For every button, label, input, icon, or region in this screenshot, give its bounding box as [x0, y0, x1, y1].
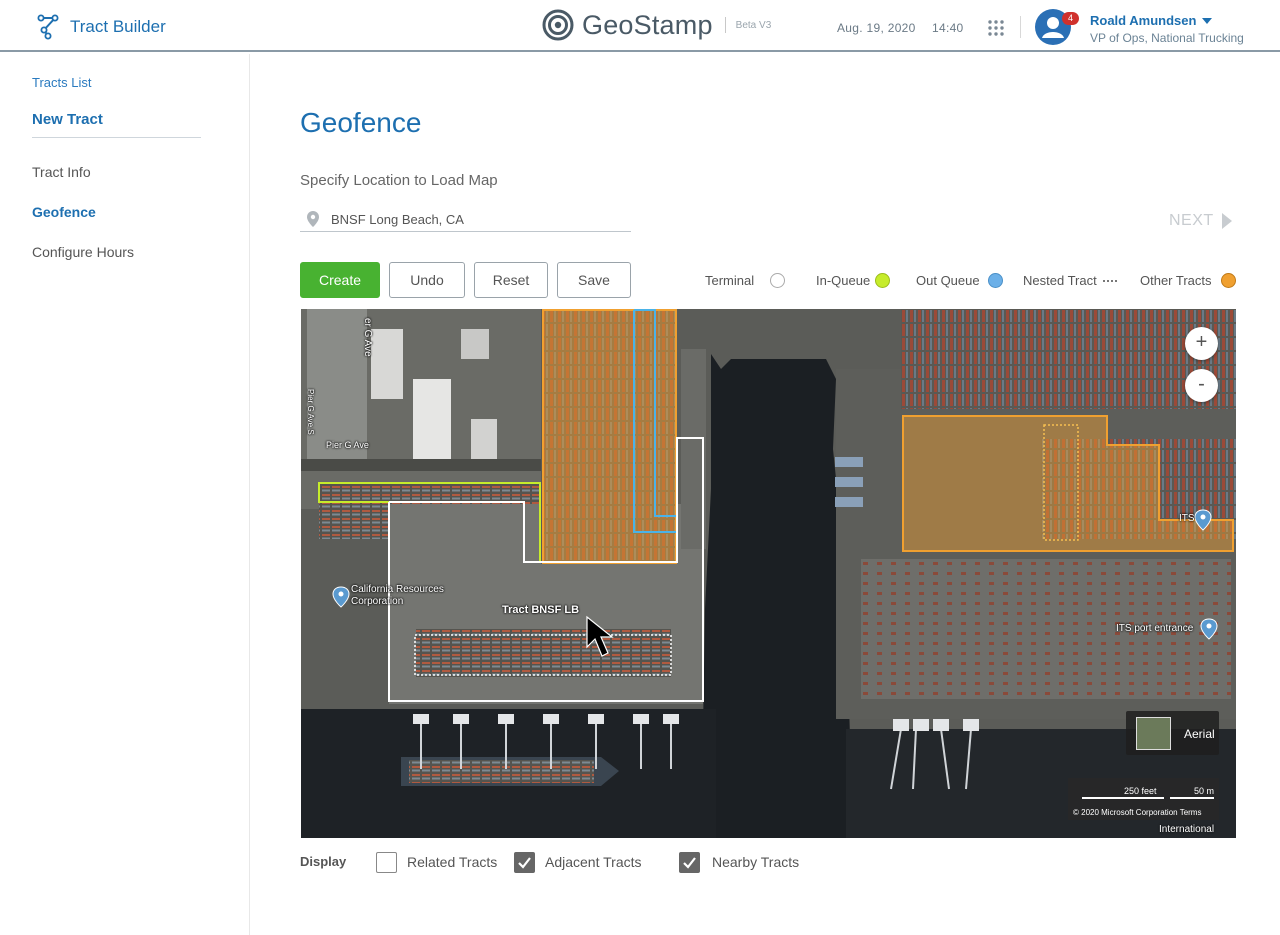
next-button[interactable]: NEXT — [1169, 212, 1232, 230]
app-brand[interactable]: Tract Builder — [36, 14, 166, 40]
undo-button[interactable]: Undo — [389, 262, 465, 298]
sidebar-divider — [32, 137, 201, 138]
user-role: VP of Ops, National Trucking — [1090, 31, 1244, 45]
logo-text: GeoStamp — [582, 9, 713, 40]
map-label-tract: Tract BNSF LB — [502, 604, 580, 616]
page-title: Geofence — [300, 107, 422, 138]
sidebar-title: New Tract — [32, 111, 103, 128]
user-name[interactable]: Roald Amundsen — [1090, 13, 1196, 28]
aerial-thumbnail — [1136, 717, 1171, 750]
map-label-corporation: Corporation — [351, 596, 404, 607]
apps-grid-icon[interactable] — [988, 20, 1004, 36]
location-field[interactable] — [300, 206, 631, 232]
reset-button[interactable]: Reset — [474, 262, 548, 298]
create-button[interactable]: Create — [300, 262, 380, 298]
dashed-line-icon — [1103, 280, 1119, 282]
location-pin-icon — [307, 211, 319, 227]
related-tracts-label[interactable]: Related Tracts — [407, 854, 497, 870]
nearby-tracts-checkbox[interactable] — [679, 852, 700, 873]
sidebar-item-tract-info[interactable]: Tract Info — [32, 164, 91, 180]
adjacent-tracts-checkbox[interactable] — [514, 852, 535, 873]
header-date: Aug. 19, 2020 — [837, 21, 916, 35]
checkmark-icon — [518, 857, 531, 869]
legend-in-queue-label: In-Queue — [816, 273, 871, 288]
save-button[interactable]: Save — [557, 262, 631, 298]
scale-feet: 250 feet — [1124, 786, 1157, 796]
map-canvas[interactable]: er G Ave Pier G Ave S Pier G Ave Califor… — [301, 309, 1236, 838]
legend-terminal-dot — [770, 273, 785, 288]
legend-out-queue-dot — [988, 273, 1003, 288]
logo-divider — [724, 17, 726, 33]
legend-other-tracts-label: Other Tracts — [1140, 273, 1212, 288]
aerial-toggle[interactable]: Aerial — [1126, 711, 1219, 755]
arrow-right-icon — [1221, 213, 1232, 229]
tract-builder-icon — [37, 14, 59, 40]
adjacent-tracts-label[interactable]: Adjacent Tracts — [545, 854, 642, 870]
display-label: Display — [300, 854, 347, 869]
map-copyright: © 2020 Microsoft Corporation Terms — [1073, 808, 1202, 817]
zoom-out-button[interactable]: - — [1185, 369, 1218, 402]
scale-meters: 50 m — [1194, 786, 1215, 796]
nearby-tracts-label[interactable]: Nearby Tracts — [712, 854, 799, 870]
sidebar-item-configure-hours[interactable]: Configure Hours — [32, 244, 134, 260]
map-label-pier-g-ave-s: Pier G Ave S — [306, 389, 315, 435]
app-header: Tract Builder GeoStamp Beta V3 Aug. 19, … — [0, 0, 1280, 52]
checkmark-icon — [683, 857, 696, 869]
related-tracts-checkbox[interactable] — [376, 852, 397, 873]
sidebar-item-geofence[interactable]: Geofence — [32, 204, 96, 220]
header-time: 14:40 — [932, 21, 964, 35]
aerial-map[interactable] — [301, 309, 1236, 838]
map-label-international: International — [1159, 824, 1215, 835]
map-label-its-port: ITS port entrance — [1116, 623, 1194, 634]
scale-bar-feet — [1082, 797, 1164, 799]
legend-in-queue-dot — [875, 273, 890, 288]
geostamp-pin-icon — [542, 9, 574, 41]
map-label-pier-g-ave: Pier G Ave — [326, 440, 369, 450]
legend-other-tracts-dot — [1221, 273, 1236, 288]
sidebar: Tracts List New Tract Tract Info Geofenc… — [0, 54, 250, 935]
beta-badge: Beta V3 — [735, 19, 772, 31]
header-divider — [1020, 16, 1021, 38]
aerial-label: Aerial — [1184, 727, 1215, 741]
location-prompt: Specify Location to Load Map — [300, 172, 498, 189]
legend-nested-tract-label: Nested Tract — [1023, 273, 1097, 288]
map-scale: 250 feet 50 m © 2020 Microsoft Corporati… — [1068, 778, 1219, 820]
zoom-in-button[interactable]: + — [1185, 327, 1218, 360]
geostamp-logo: GeoStamp Beta V3 — [542, 9, 771, 41]
scale-bar-meters — [1170, 797, 1214, 799]
app-title: Tract Builder — [70, 17, 166, 36]
map-label-street: er G Ave — [362, 318, 373, 357]
map-label-its: ITS — [1179, 513, 1195, 524]
location-input[interactable] — [331, 209, 626, 229]
chevron-down-icon[interactable] — [1202, 18, 1212, 24]
legend-out-queue-label: Out Queue — [916, 273, 980, 288]
breadcrumb-tracts-list[interactable]: Tracts List — [32, 75, 91, 90]
next-label: NEXT — [1169, 212, 1214, 229]
notification-badge[interactable]: 4 — [1062, 12, 1079, 25]
map-label-california: California Resources — [351, 584, 444, 595]
legend-terminal-label: Terminal — [705, 273, 755, 288]
